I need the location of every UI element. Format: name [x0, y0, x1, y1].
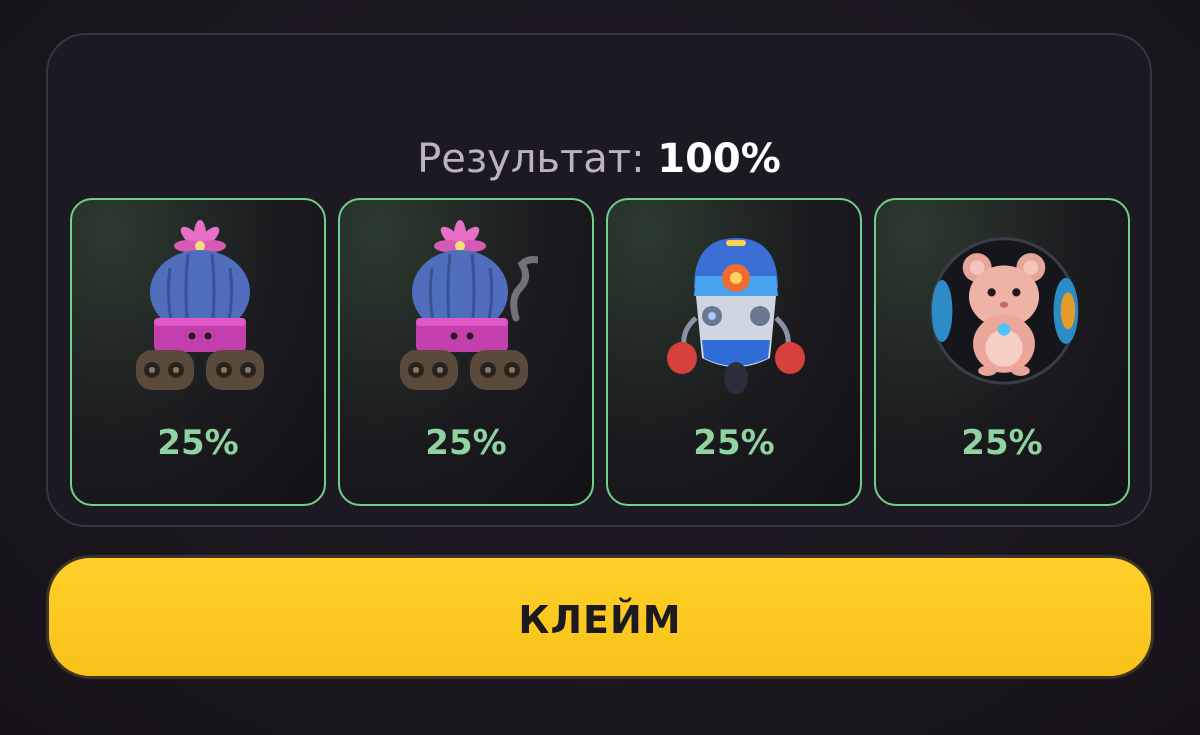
card-percent: 25%: [425, 423, 507, 463]
card-percent: 25%: [961, 423, 1043, 463]
claim-button-label: КЛЕЙМ: [518, 598, 682, 642]
card-percent: 25%: [693, 423, 775, 463]
cactus-robot-icon: [136, 220, 264, 390]
result-value: 100%: [657, 136, 781, 182]
hamster-in-ball-icon: [930, 237, 1079, 385]
reward-card-smoking-cactus-robot: 25%: [338, 198, 594, 506]
boxing-robot-icon: [667, 238, 805, 394]
reward-cards: 25% 25% 25% 25%: [70, 198, 1130, 506]
reward-card-hamster-ball: 25%: [874, 198, 1130, 506]
reward-card-cactus-robot: 25%: [70, 198, 326, 506]
game-result-screen: Результат: 100% 25% 25% 25% 25% КЛЕЙМ: [0, 0, 1200, 735]
smoking-cactus-robot-icon: [400, 220, 538, 390]
claim-button[interactable]: КЛЕЙМ: [46, 555, 1154, 679]
result-label: Результат:: [417, 136, 645, 182]
card-percent: 25%: [157, 423, 239, 463]
reward-card-boxing-robot: 25%: [606, 198, 862, 506]
result-heading: Результат: 100%: [48, 135, 1150, 183]
